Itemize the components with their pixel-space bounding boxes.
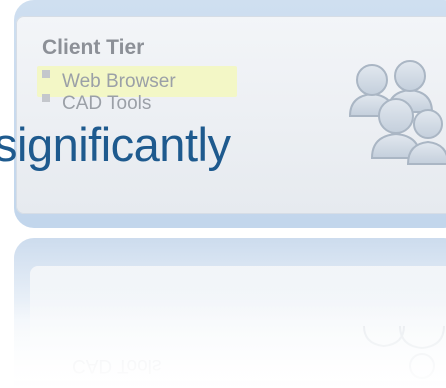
list-item-cad-tools: CAD Tools — [62, 93, 152, 114]
reflection-fade — [0, 300, 446, 381]
overlay-word: significantly — [0, 118, 231, 171]
list-item-web-browser: Web Browser — [62, 71, 176, 92]
bullet-icon — [42, 70, 50, 78]
bullet-icon — [42, 94, 50, 102]
users-icon — [348, 60, 446, 165]
tier-title: Client Tier — [42, 36, 145, 59]
